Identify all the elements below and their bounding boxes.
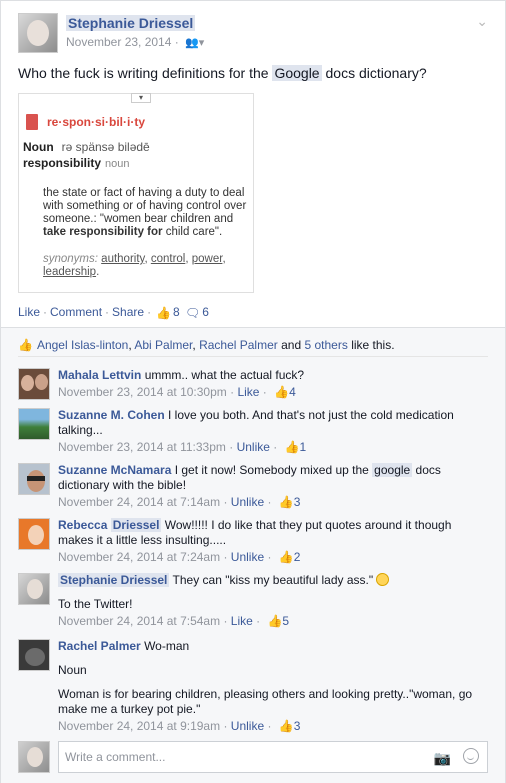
- comment-text: Noun: [58, 663, 87, 677]
- mention-google[interactable]: google: [372, 463, 413, 477]
- author-avatar[interactable]: [18, 13, 58, 53]
- comment-like-count[interactable]: 3: [294, 495, 301, 509]
- commenter-avatar[interactable]: [18, 368, 50, 400]
- thumbs-up-icon[interactable]: 👍: [279, 495, 294, 509]
- commenter-avatar[interactable]: [18, 408, 50, 440]
- comment-time[interactable]: November 24, 2014 at 7:24am: [58, 550, 220, 564]
- dictionary-card: ▾ re·spon·si·bil·i·ty Noun rə spänsə bilə…: [18, 93, 254, 293]
- share-button[interactable]: Share: [112, 305, 144, 319]
- liker-link[interactable]: Abi Palmer: [134, 338, 192, 352]
- commenter-name[interactable]: Suzanne M. Cohen: [58, 408, 165, 422]
- comment-text: Wo-man: [144, 639, 190, 653]
- comment-like-count[interactable]: 2: [294, 550, 301, 564]
- post-actions: Like · Comment · Share · 👍 8 🗨 6: [18, 305, 209, 320]
- comment-text: ummm.. what the actual fuck?: [144, 368, 305, 382]
- post-header: Stephanie Driessel November 23, 2014 · 👥…: [18, 13, 488, 55]
- post-card: Stephanie Driessel November 23, 2014 · 👥…: [0, 0, 506, 783]
- comments-section: 👍 Angel Islas-linton, Abi Palmer, Rachel …: [1, 328, 505, 783]
- comments-count[interactable]: 6: [202, 305, 209, 319]
- comment-composer: Write a comment... 📷: [18, 741, 488, 773]
- comment-like-button[interactable]: Like: [231, 614, 253, 628]
- commenter-name[interactable]: Suzanne McNamara: [58, 463, 171, 477]
- likes-count[interactable]: 8: [173, 305, 180, 319]
- mention-google[interactable]: Google: [272, 65, 322, 81]
- commenter-name[interactable]: Rebecca Driessel: [58, 518, 162, 532]
- thumbs-up-icon[interactable]: 👍: [285, 440, 300, 454]
- commenter-avatar[interactable]: [18, 573, 50, 605]
- others-link[interactable]: 5 others: [304, 338, 347, 352]
- dictionary-synonyms: synonyms: authority, control, power, lea…: [43, 253, 226, 278]
- commenter-avatar[interactable]: [18, 463, 50, 495]
- dictionary-headword: responsibility noun: [23, 156, 130, 170]
- audience-icon[interactable]: 👥▾: [185, 36, 204, 49]
- likes-bar: 👍 Angel Islas-linton, Abi Palmer, Rachel …: [18, 338, 395, 352]
- book-icon: [26, 114, 38, 130]
- comment-button[interactable]: Comment: [50, 305, 102, 319]
- thumbs-up-icon[interactable]: 👍: [156, 306, 171, 320]
- comment-unlike-button[interactable]: Unlike: [231, 550, 264, 564]
- author-name[interactable]: Stephanie Driessel: [66, 15, 196, 31]
- comment-text: They can "kiss my beautiful lady ass.": [172, 573, 374, 587]
- divider: [18, 356, 488, 357]
- comment-like-count[interactable]: 4: [289, 385, 296, 399]
- post-date[interactable]: November 23, 2014: [66, 35, 171, 49]
- emoji-icon[interactable]: [463, 748, 479, 764]
- comment-like-count[interactable]: 3: [294, 719, 301, 733]
- synonym-link[interactable]: leadership: [43, 266, 96, 278]
- thumbs-up-icon[interactable]: 👍: [279, 550, 294, 564]
- comment-like-count[interactable]: 1: [300, 440, 307, 454]
- comment-time[interactable]: November 24, 2014 at 7:54am: [58, 614, 220, 628]
- comment-like-button[interactable]: Like: [237, 385, 259, 399]
- commenter-name[interactable]: Rachel Palmer: [58, 639, 141, 653]
- chevron-down-icon[interactable]: ⌄: [476, 13, 488, 30]
- comment-unlike-button[interactable]: Unlike: [231, 719, 264, 733]
- speech-bubble-icon[interactable]: 🗨: [185, 306, 200, 320]
- liker-link[interactable]: Angel Islas-linton: [37, 338, 128, 352]
- commenter-name[interactable]: Mahala Lettvin: [58, 368, 141, 382]
- comment-time[interactable]: November 23, 2014 at 11:33pm: [58, 440, 226, 454]
- comment-text: Woman is for bearing children, pleasing …: [58, 687, 473, 716]
- comment-like-count[interactable]: 5: [282, 614, 289, 628]
- dictionary-toggle-icon[interactable]: ▾: [131, 93, 151, 103]
- dictionary-word: re·spon·si·bil·i·ty: [47, 115, 145, 129]
- comment-unlike-button[interactable]: Unlike: [231, 495, 264, 509]
- synonym-link[interactable]: authority: [101, 253, 144, 265]
- comment-text: To the Twitter!: [58, 597, 133, 611]
- thumbs-up-icon[interactable]: 👍: [279, 719, 294, 733]
- liker-link[interactable]: Rachel Palmer: [199, 338, 278, 352]
- dictionary-pos-line: Noun rə spänsə bilədē: [23, 140, 150, 154]
- commenter-avatar[interactable]: [18, 518, 50, 550]
- thumbs-up-icon[interactable]: 👍: [274, 385, 289, 399]
- dictionary-definition: the state or fact of having a duty to de…: [43, 187, 247, 238]
- commenter-avatar[interactable]: [18, 639, 50, 671]
- smiley-emoji-icon: [376, 573, 390, 586]
- comment-time[interactable]: November 23, 2014 at 10:30pm: [58, 385, 227, 399]
- synonym-link[interactable]: control: [151, 253, 186, 265]
- comment-time[interactable]: November 24, 2014 at 7:14am: [58, 495, 220, 509]
- comment-time[interactable]: November 24, 2014 at 9:19am: [58, 719, 220, 733]
- thumbs-up-icon: 👍: [18, 338, 33, 352]
- like-button[interactable]: Like: [18, 305, 40, 319]
- post-text: Who the fuck is writing definitions for …: [18, 65, 427, 81]
- synonym-link[interactable]: power: [192, 253, 223, 265]
- post-meta: November 23, 2014 · 👥▾: [66, 35, 205, 49]
- camera-icon[interactable]: 📷: [434, 750, 451, 767]
- comment-input[interactable]: Write a comment... 📷: [58, 741, 488, 773]
- commenter-name[interactable]: Stephanie Driessel: [58, 573, 170, 587]
- current-user-avatar: [18, 741, 50, 773]
- comment-unlike-button[interactable]: Unlike: [237, 440, 270, 454]
- thumbs-up-icon[interactable]: 👍: [267, 614, 282, 628]
